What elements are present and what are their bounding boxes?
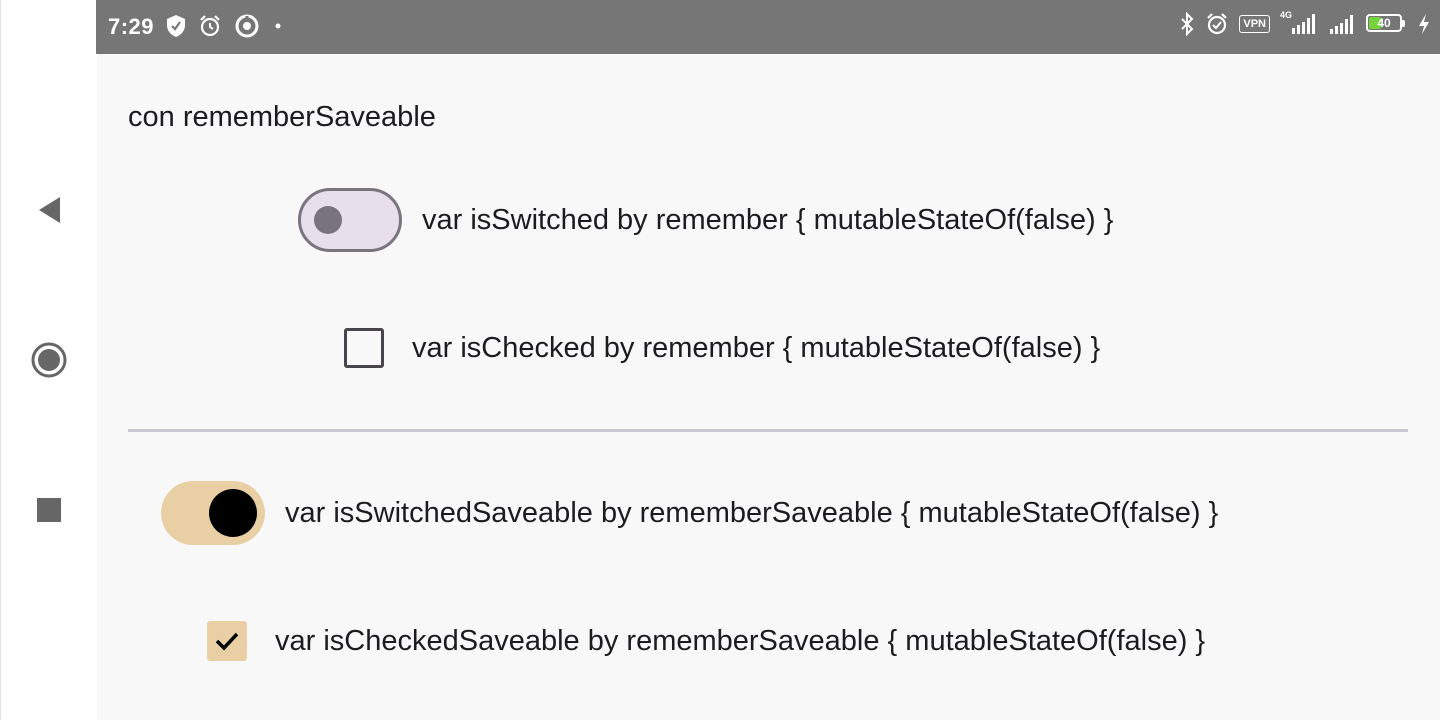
navigation-bar (0, 0, 97, 720)
remember-switch-row: var isSwitched by remember { mutableStat… (298, 188, 1113, 252)
alarm-icon (200, 15, 220, 37)
alarm-icon (1207, 13, 1228, 35)
screen-content: con rememberSaveable var isSwitched by r… (96, 54, 1440, 720)
home-circle-icon (31, 342, 67, 378)
checkmark-icon (215, 632, 239, 651)
is-checked-checkbox[interactable] (344, 328, 384, 368)
vpn-icon: VPN (1239, 15, 1270, 33)
status-left-icons (166, 13, 284, 39)
charging-icon (1419, 14, 1429, 34)
bluetooth-icon (1181, 12, 1194, 36)
status-right-icons: VPN 4G 40 (1179, 10, 1430, 36)
is-switched-saveable-label: var isSwitchedSaveable by rememberSaveab… (285, 496, 1219, 529)
saveable-checkbox-row: var isCheckedSaveable by rememberSaveabl… (207, 621, 1205, 661)
switch-thumb (314, 206, 342, 234)
is-switched-label: var isSwitched by remember { mutableStat… (422, 203, 1114, 236)
is-switched-switch[interactable] (298, 188, 402, 252)
is-switched-saveable-switch[interactable] (161, 481, 265, 545)
is-checked-label: var isChecked by remember { mutableState… (412, 331, 1101, 364)
screen-title: con rememberSaveable (128, 101, 436, 133)
status-time: 7:29 (108, 14, 155, 39)
signal-4g-icon: 4G (1280, 10, 1318, 36)
home-button[interactable] (1, 330, 97, 390)
switch-thumb (209, 489, 257, 537)
recents-square-icon (37, 498, 61, 522)
dot-icon (275, 23, 281, 29)
recents-button[interactable] (1, 480, 97, 540)
battery-level: 40 (1377, 16, 1391, 30)
battery-icon: 40 (1366, 14, 1408, 34)
back-button[interactable] (1, 180, 97, 240)
saveable-switch-row: var isSwitchedSaveable by rememberSaveab… (161, 481, 1218, 545)
signal-icon (1330, 15, 1353, 34)
status-bar: 7:29 VPN 4G 40 (96, 0, 1440, 54)
back-triangle-icon (39, 197, 60, 223)
remember-checkbox-row: var isChecked by remember { mutableState… (344, 328, 1100, 368)
is-checked-saveable-checkbox[interactable] (207, 621, 247, 661)
section-divider (128, 429, 1408, 432)
is-checked-saveable-label: var isCheckedSaveable by rememberSaveabl… (275, 624, 1206, 657)
shield-icon (167, 15, 185, 37)
data-saver-icon (235, 14, 259, 38)
